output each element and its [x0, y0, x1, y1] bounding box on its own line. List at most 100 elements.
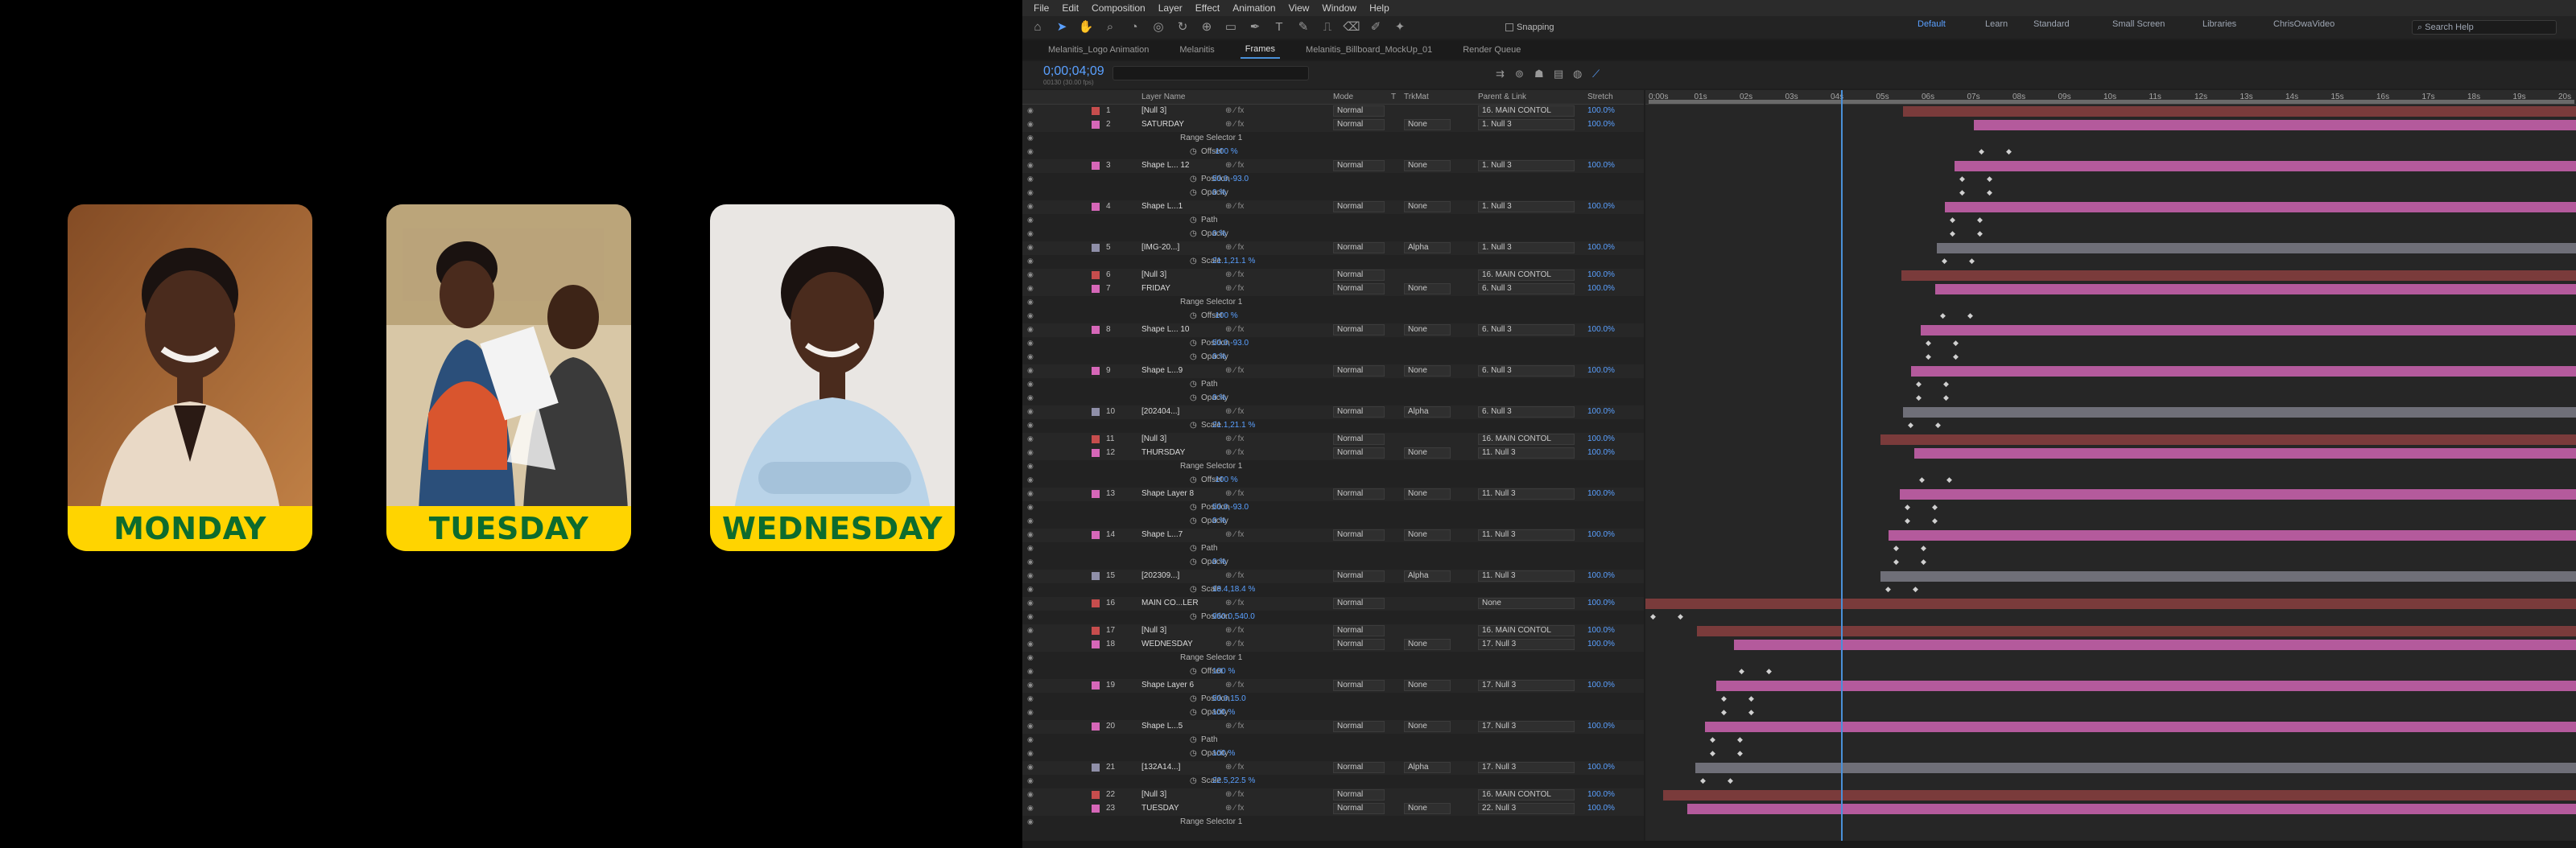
layer-switches[interactable]: ⊕ ⁄ fx [1225, 599, 1244, 607]
zoom-tool-icon[interactable]: ⌕ [1101, 19, 1119, 36]
menu-view[interactable]: View [1289, 2, 1310, 14]
layer-switches[interactable]: ⊕ ⁄ fx [1225, 448, 1244, 457]
visibility-eye-icon[interactable]: ◉ [1027, 134, 1034, 142]
visibility-eye-icon[interactable]: ◉ [1027, 202, 1034, 211]
visibility-eye-icon[interactable]: ◉ [1027, 380, 1034, 389]
keyframe[interactable]: ◆ [1885, 585, 1891, 594]
property-value[interactable]: 50.0,-93.0 [1212, 503, 1249, 512]
layer-switches[interactable]: ⊕ ⁄ fx [1225, 202, 1244, 211]
layer-row[interactable]: ◉ 2 SATURDAY ⊕ ⁄ fx Normal None 1. Null 3 100.0… [1022, 118, 1644, 132]
layer-switches[interactable]: ⊕ ⁄ fx [1225, 243, 1244, 252]
label-color-swatch[interactable] [1092, 681, 1100, 690]
layer-duration-bar[interactable] [1695, 763, 2576, 773]
property-row[interactable]: ◉ Range Selector 1 [1022, 652, 1644, 665]
keyframe[interactable]: ◆ [1916, 380, 1922, 389]
parent-link-dropdown[interactable]: 6. Null 3 [1478, 365, 1575, 377]
stretch-value[interactable]: 100.0% [1587, 284, 1615, 293]
menu-layer[interactable]: Layer [1158, 2, 1183, 14]
blend-mode-dropdown[interactable]: Normal [1333, 324, 1385, 335]
pan-camera-icon[interactable]: ◎ [1150, 19, 1167, 36]
visibility-eye-icon[interactable]: ◉ [1027, 120, 1034, 129]
stopwatch-icon[interactable]: ◷ [1190, 393, 1197, 402]
layer-switches[interactable]: ⊕ ⁄ fx [1225, 120, 1244, 129]
stretch-value[interactable]: 100.0% [1587, 106, 1615, 115]
keyframe[interactable]: ◆ [1946, 475, 1952, 484]
parent-link-dropdown[interactable]: 16. MAIN CONTOL [1478, 789, 1575, 801]
blend-mode-dropdown[interactable]: Normal [1333, 270, 1385, 281]
keyframe[interactable]: ◆ [1893, 558, 1899, 566]
parent-link-dropdown[interactable]: 1. Null 3 [1478, 160, 1575, 171]
snapping-toggle[interactable]: Snapping [1505, 23, 1554, 32]
layer-row[interactable]: ◉ 3 Shape L... 12 ⊕ ⁄ fx Normal None 1. Null 3… [1022, 159, 1644, 173]
keyframe[interactable]: ◆ [1977, 216, 1983, 224]
keyframe[interactable]: ◆ [1987, 175, 1992, 183]
layer-row[interactable]: ◉ 18 WEDNESDAY ⊕ ⁄ fx Normal None 17. Null 3 10… [1022, 638, 1644, 652]
layer-row[interactable]: ◉ 12 THURSDAY ⊕ ⁄ fx Normal None 11. Null 3 100… [1022, 447, 1644, 460]
visibility-eye-icon[interactable]: ◉ [1027, 106, 1034, 115]
layer-name[interactable]: [132A14...] [1141, 763, 1180, 772]
layer-row[interactable]: ◉ 21 [132A14...] ⊕ ⁄ fx Normal Alpha 17. Null … [1022, 761, 1644, 775]
clone-stamp-icon[interactable]: ⎍ [1319, 19, 1336, 36]
stretch-value[interactable]: 100.0% [1587, 571, 1615, 580]
stopwatch-icon[interactable]: ◷ [1190, 694, 1197, 703]
layer-row[interactable]: ◉ 19 Shape Layer 6 ⊕ ⁄ fx Normal None 17. Null… [1022, 679, 1644, 693]
property-value[interactable]: 50.0,-93.0 [1212, 339, 1249, 348]
visibility-eye-icon[interactable]: ◉ [1027, 571, 1034, 580]
layer-duration-bar[interactable] [1900, 489, 2576, 500]
puppet-pin-icon[interactable]: ✦ [1391, 19, 1409, 36]
keyframe[interactable]: ◆ [1737, 735, 1743, 744]
keyframe[interactable]: ◆ [1748, 694, 1754, 703]
workspace-learn[interactable]: Learn [1985, 19, 2008, 29]
blend-mode-dropdown[interactable]: Normal [1333, 119, 1385, 130]
property-row[interactable]: ◉ ◷ Position 50.0,-93.0 [1022, 173, 1644, 187]
visibility-eye-icon[interactable]: ◉ [1027, 681, 1034, 690]
visibility-eye-icon[interactable]: ◉ [1027, 640, 1034, 648]
layer-duration-bar[interactable] [1880, 434, 2576, 445]
menu-animation[interactable]: Animation [1232, 2, 1275, 14]
label-color-swatch[interactable] [1092, 121, 1100, 129]
track-matte-dropdown[interactable]: None [1404, 639, 1451, 650]
property-value[interactable]: 960.0,540.0 [1212, 612, 1255, 621]
keyframe[interactable]: ◆ [1932, 503, 1938, 512]
blend-mode-dropdown[interactable]: Normal [1333, 680, 1385, 691]
visibility-eye-icon[interactable]: ◉ [1027, 147, 1034, 156]
blend-mode-dropdown[interactable]: Normal [1333, 639, 1385, 650]
keyframe[interactable]: ◆ [1942, 257, 1947, 266]
keyframe[interactable]: ◆ [1953, 352, 1959, 361]
stopwatch-icon[interactable]: ◷ [1190, 776, 1197, 785]
visibility-eye-icon[interactable]: ◉ [1027, 216, 1034, 224]
label-color-swatch[interactable] [1092, 640, 1100, 648]
property-row[interactable]: ◉ ◷ Offset -100 % [1022, 474, 1644, 488]
layer-row[interactable]: ◉ 11 [Null 3] ⊕ ⁄ fx Normal 16. MAIN CONTOL 10… [1022, 433, 1644, 447]
blend-mode-dropdown[interactable]: Normal [1333, 488, 1385, 500]
shy-layers-icon[interactable]: ☗ [1534, 68, 1544, 80]
stretch-value[interactable]: 100.0% [1587, 681, 1615, 690]
label-color-swatch[interactable] [1092, 627, 1100, 635]
layer-name[interactable]: Shape L...1 [1141, 202, 1183, 211]
comp-mini-flowchart-icon[interactable]: ⇉ [1496, 68, 1505, 80]
layer-switches[interactable]: ⊕ ⁄ fx [1225, 325, 1244, 334]
visibility-eye-icon[interactable]: ◉ [1027, 229, 1034, 238]
keyframe[interactable]: ◆ [2006, 147, 2012, 156]
blend-mode-dropdown[interactable]: Normal [1333, 365, 1385, 377]
keyframe[interactable]: ◆ [1967, 311, 1973, 320]
label-color-swatch[interactable] [1092, 244, 1100, 252]
keyframe[interactable]: ◆ [1959, 175, 1965, 183]
layer-name[interactable]: [202309...] [1141, 571, 1179, 580]
stopwatch-icon[interactable]: ◷ [1190, 749, 1197, 758]
property-row[interactable]: ◉ ◷ Opacity 0 % [1022, 187, 1644, 200]
stopwatch-icon[interactable]: ◷ [1190, 558, 1197, 566]
layer-duration-bar[interactable] [1935, 284, 2576, 294]
property-value[interactable]: 21.1,21.1 % [1212, 421, 1255, 430]
track-matte-dropdown[interactable]: None [1404, 119, 1451, 130]
property-row[interactable]: ◉ Range Selector 1 [1022, 816, 1644, 829]
parent-link-dropdown[interactable]: 6. Null 3 [1478, 324, 1575, 335]
track-matte-dropdown[interactable]: Alpha [1404, 242, 1451, 253]
blend-mode-dropdown[interactable]: Normal [1333, 803, 1385, 814]
track-matte-dropdown[interactable]: None [1404, 283, 1451, 294]
col-t[interactable]: T [1391, 93, 1396, 101]
stopwatch-icon[interactable]: ◷ [1190, 585, 1197, 594]
layer-name[interactable]: Shape L...9 [1141, 366, 1183, 375]
keyframe[interactable]: ◆ [1721, 694, 1727, 703]
keyframe[interactable]: ◆ [1913, 585, 1918, 594]
